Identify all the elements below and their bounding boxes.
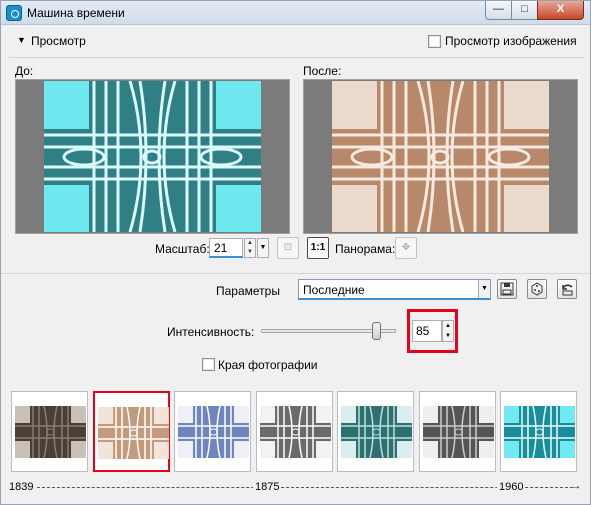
zoom-dropdown-icon[interactable]: ▼ bbox=[257, 238, 269, 258]
after-image bbox=[332, 81, 549, 232]
dice-icon bbox=[531, 282, 543, 296]
zoom-input[interactable]: 21 bbox=[209, 238, 243, 258]
preview-section-header: ▼ Просмотр Просмотр изображения bbox=[9, 31, 583, 53]
spin-down-icon[interactable]: ▼ bbox=[443, 331, 453, 341]
zoom-fit-button[interactable]: ⊡ bbox=[277, 237, 299, 259]
zoom-label: Масштаб: bbox=[155, 242, 210, 256]
preset-thumbnail-teal[interactable] bbox=[337, 391, 414, 472]
timeline-start: 1839 bbox=[7, 481, 36, 493]
before-preview[interactable] bbox=[15, 79, 290, 234]
thumbnail-image bbox=[422, 406, 494, 458]
after-label: После: bbox=[303, 64, 342, 78]
preset-thumbnail-strip bbox=[11, 391, 581, 472]
pan-move-icon: ✥ bbox=[401, 242, 411, 253]
edges-checkbox[interactable] bbox=[202, 358, 215, 371]
thumbnail-image bbox=[178, 406, 249, 458]
edges-label[interactable]: Края фотографии bbox=[218, 358, 318, 372]
timeline-arrow-icon: → bbox=[571, 481, 581, 492]
preset-thumbnail-dark-sepia[interactable] bbox=[11, 391, 88, 472]
preset-thumbnail-cyan[interactable] bbox=[500, 391, 577, 472]
params-label: Параметры bbox=[216, 284, 280, 298]
timeline-line bbox=[37, 487, 573, 488]
close-button[interactable]: X bbox=[537, 1, 584, 20]
app-icon bbox=[6, 5, 22, 21]
save-icon bbox=[500, 282, 514, 296]
thumbnail-image bbox=[504, 406, 575, 458]
thumbnail-image bbox=[15, 406, 86, 458]
params-select[interactable]: Последние bbox=[298, 279, 491, 300]
timeline: → 1839 1875 1960 bbox=[7, 481, 581, 493]
before-image bbox=[44, 81, 261, 232]
preset-thumbnail-grayscale[interactable] bbox=[255, 391, 333, 472]
preset-thumbnail-sepia[interactable] bbox=[92, 391, 170, 472]
intensity-input[interactable]: 85 bbox=[412, 320, 442, 342]
intensity-slider-thumb[interactable] bbox=[372, 322, 381, 340]
timeline-middle: 1875 bbox=[253, 481, 282, 493]
spin-up-icon[interactable]: ▲ bbox=[443, 321, 453, 331]
thumbnail-image bbox=[97, 407, 169, 459]
random-preset-button[interactable] bbox=[527, 279, 547, 299]
show-image-checkbox[interactable] bbox=[428, 35, 441, 48]
save-preset-button[interactable] bbox=[497, 279, 517, 299]
maximize-button[interactable]: □ bbox=[511, 1, 538, 20]
time-machine-window: Машина времени — □ X ▼ Просмотр Просмотр… bbox=[0, 0, 591, 505]
pan-label: Панорама: bbox=[335, 242, 396, 256]
after-preview[interactable] bbox=[303, 79, 578, 234]
zoom-actual-size-button[interactable]: 1:1 bbox=[307, 237, 329, 259]
minimize-button[interactable]: — bbox=[485, 1, 512, 20]
reset-preset-button[interactable] bbox=[557, 279, 577, 299]
spin-up-icon[interactable]: ▲ bbox=[245, 239, 255, 248]
before-label: До: bbox=[15, 64, 34, 78]
preset-thumbnail-blue[interactable] bbox=[174, 391, 251, 472]
preview-title[interactable]: Просмотр bbox=[31, 34, 86, 48]
chevron-down-icon[interactable]: ▼ bbox=[478, 280, 490, 298]
zoom-fit-icon: ⊡ bbox=[283, 242, 293, 253]
intensity-label: Интенсивность: bbox=[167, 325, 255, 339]
window-title: Машина времени bbox=[27, 6, 125, 20]
reset-icon bbox=[562, 284, 573, 296]
zoom-stepper[interactable]: ▲ ▼ bbox=[244, 238, 256, 258]
collapse-triangle-icon[interactable]: ▼ bbox=[17, 35, 26, 45]
thumbnail-image bbox=[259, 406, 331, 458]
section-divider bbox=[1, 273, 590, 274]
spin-down-icon[interactable]: ▼ bbox=[245, 248, 255, 257]
pan-button[interactable]: ✥ bbox=[395, 237, 417, 259]
title-bar[interactable]: Машина времени — □ X bbox=[1, 1, 590, 25]
section-divider bbox=[9, 57, 584, 58]
show-image-label[interactable]: Просмотр изображения bbox=[445, 34, 577, 48]
preset-thumbnail-gray-dark[interactable] bbox=[418, 391, 496, 472]
intensity-stepper[interactable]: ▲ ▼ bbox=[442, 320, 454, 342]
timeline-end: 1960 bbox=[497, 481, 526, 493]
thumbnail-image bbox=[341, 406, 412, 458]
